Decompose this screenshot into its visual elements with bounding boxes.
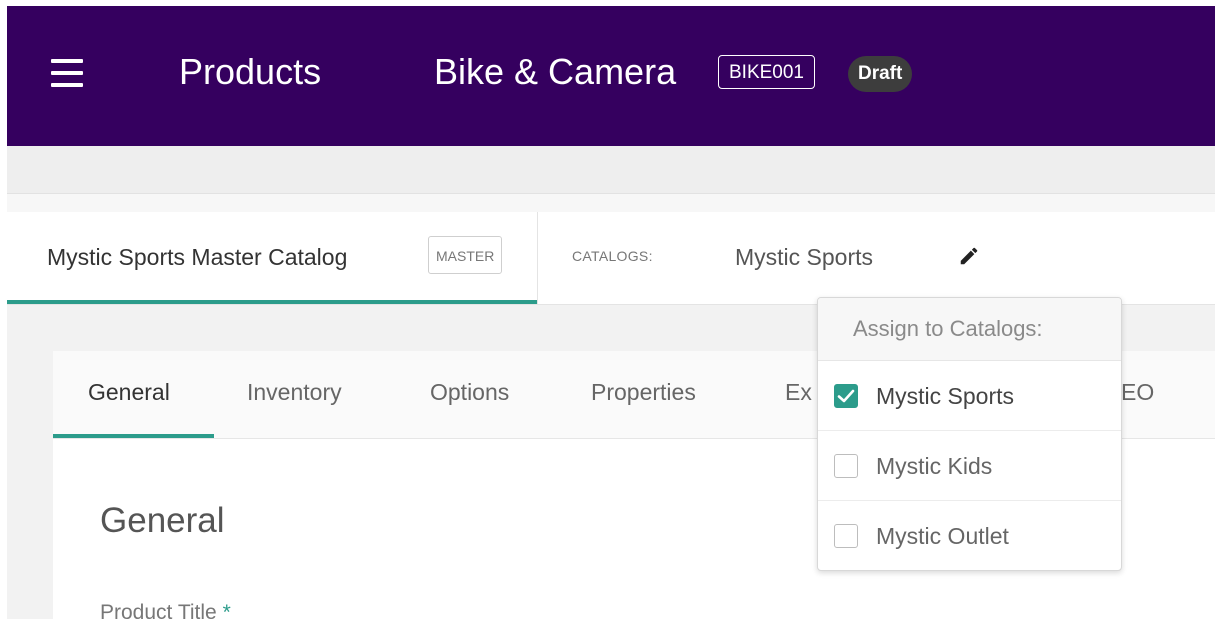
checkbox-unchecked-icon[interactable] [834,454,858,478]
dropdown-header: Assign to Catalogs: [818,298,1121,361]
app-bar: Products Bike & Camera BIKE001 Draft [7,6,1215,146]
spacer [7,194,1215,212]
tab-inventory[interactable]: Inventory [247,351,342,438]
product-title-label: Product Title * [100,601,231,619]
tab-properties[interactable]: Properties [591,351,696,438]
product-title: Bike & Camera [434,51,677,92]
required-marker: * [222,601,231,619]
master-catalog-tab[interactable]: Mystic Sports Master Catalog MASTER [7,212,538,304]
catalogs-label: CATALOGS: [572,248,653,264]
product-title-label-text: Product Title [100,601,217,619]
assign-catalogs-dropdown: Assign to Catalogs: Mystic Sports Mystic… [817,297,1122,571]
catalog-option-mystic-sports[interactable]: Mystic Sports [818,361,1121,431]
catalog-bar: Mystic Sports Master Catalog MASTER CATA… [7,212,1215,305]
section-title: Products [179,51,322,92]
catalog-option-label: Mystic Sports [876,383,1015,409]
active-tab-indicator [7,300,537,304]
catalog-option-mystic-outlet[interactable]: Mystic Outlet [818,501,1121,570]
catalog-option-label: Mystic Outlet [876,523,1009,549]
toolbar-band [7,146,1215,194]
catalog-option-mystic-kids[interactable]: Mystic Kids [818,431,1121,501]
catalog-option-label: Mystic Kids [876,453,993,479]
general-section-title: General [100,501,225,540]
status-badge: Draft [848,56,913,92]
hamburger-menu-icon[interactable] [49,57,85,89]
sku-badge: BIKE001 [718,55,815,89]
tab-extra[interactable]: Ex [785,351,812,438]
pencil-icon[interactable] [958,245,980,267]
tab-options[interactable]: Options [430,351,509,438]
master-badge: MASTER [428,236,503,274]
tab-seo[interactable]: EO [1121,351,1154,438]
active-tab-indicator [53,434,214,438]
checkbox-unchecked-icon[interactable] [834,524,858,548]
assigned-catalogs-value: Mystic Sports [735,244,874,270]
master-catalog-name: Mystic Sports Master Catalog [47,244,348,270]
tab-general[interactable]: General [88,351,170,438]
app-window: Products Bike & Camera BIKE001 Draft Mys… [0,0,1215,619]
checkbox-checked-icon[interactable] [834,384,858,408]
